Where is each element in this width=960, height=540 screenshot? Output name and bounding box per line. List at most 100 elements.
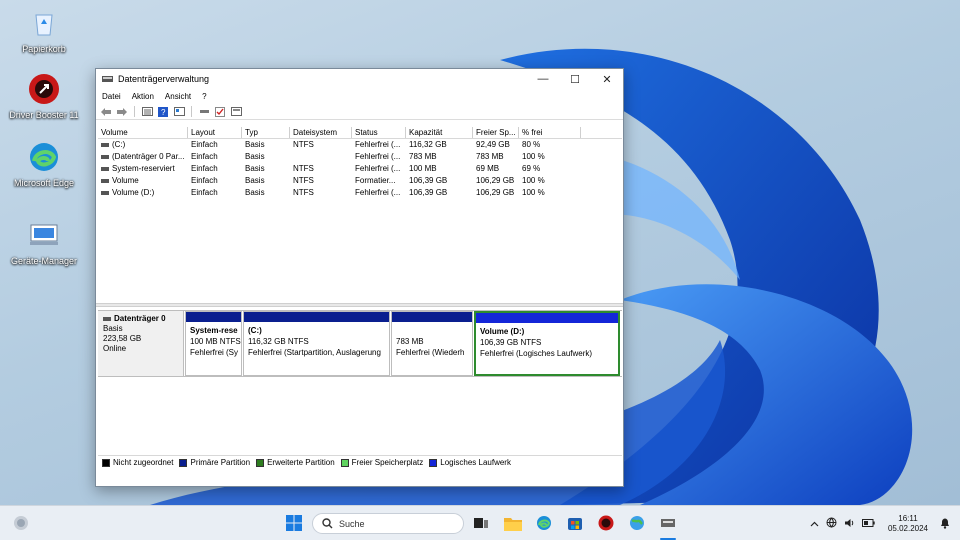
connect-icon[interactable] bbox=[198, 106, 210, 117]
menu-bar: Datei Aktion Ansicht ? bbox=[96, 89, 623, 104]
table-cell: Basis bbox=[245, 164, 265, 173]
maximize-button[interactable]: ☐ bbox=[559, 69, 591, 89]
forward-arrow-icon[interactable] bbox=[116, 106, 128, 117]
chevron-up-icon[interactable] bbox=[810, 519, 819, 529]
disk-management-icon bbox=[102, 75, 113, 82]
legend-item: Nicht zugeordnet bbox=[102, 458, 173, 467]
help-icon[interactable]: ? bbox=[157, 106, 169, 117]
legend-swatch bbox=[256, 458, 265, 467]
disk-name: Datenträger 0 bbox=[103, 314, 178, 324]
partition-system-reserved[interactable]: System-rese 100 MB NTFS Fehlerfrei (Sy bbox=[185, 311, 242, 376]
column-header[interactable]: Status bbox=[352, 127, 406, 138]
column-header[interactable]: Volume bbox=[98, 127, 188, 138]
network-globe-icon[interactable] bbox=[628, 514, 646, 532]
volume-icon bbox=[101, 154, 109, 159]
widgets-icon[interactable] bbox=[12, 514, 30, 532]
partition-status: Fehlerfrei (Sy bbox=[190, 348, 239, 357]
table-cell: Volume bbox=[98, 175, 188, 187]
table-cell: Einfach bbox=[191, 176, 218, 185]
list-view-icon[interactable] bbox=[141, 106, 153, 117]
task-view-icon[interactable] bbox=[472, 514, 490, 532]
table-row[interactable]: (C:) Einfach Basis NTFS Fehlerfrei (... … bbox=[98, 139, 622, 151]
title-bar[interactable]: Datenträgerverwaltung — ☐ ✕ bbox=[96, 69, 623, 89]
volume-icon[interactable] bbox=[844, 518, 855, 530]
partition-text: (C:) 116,32 GB NTFS Fehlerfrei (Startpar… bbox=[244, 322, 389, 358]
desktop-icon-recycle-bin[interactable]: Papierkorb bbox=[4, 6, 84, 54]
disk-type: Basis bbox=[103, 324, 123, 333]
table-row[interactable]: Volume Einfach Basis NTFS Formatier... 1… bbox=[98, 175, 622, 187]
language-globe-icon[interactable] bbox=[826, 517, 837, 530]
table-cell: 69 MB bbox=[476, 164, 500, 173]
disk-icon bbox=[103, 316, 111, 321]
table-row[interactable]: System-reserviert Einfach Basis NTFS Feh… bbox=[98, 163, 622, 175]
menu-aktion[interactable]: Aktion bbox=[132, 92, 154, 101]
table-row[interactable]: (Datenträger 0 Par... Einfach Basis Fehl… bbox=[98, 151, 622, 163]
back-arrow-icon[interactable] bbox=[100, 106, 112, 117]
table-cell: 783 MB bbox=[409, 152, 437, 161]
recycle-bin-icon bbox=[27, 6, 61, 40]
disk-info[interactable]: Datenträger 0 Basis 223,58 GB Online bbox=[98, 311, 184, 376]
disk-size: 223,58 GB bbox=[103, 334, 142, 343]
partition-d[interactable]: Volume (D:) 106,39 GB NTFS Fehlerfrei (L… bbox=[474, 311, 620, 376]
menu-datei[interactable]: Datei bbox=[102, 92, 121, 101]
view-icon[interactable] bbox=[230, 106, 242, 117]
menu-ansicht[interactable]: Ansicht bbox=[165, 92, 191, 101]
partition-title: (C:) bbox=[248, 326, 262, 335]
toolbar: ? bbox=[96, 104, 623, 120]
menu-help[interactable]: ? bbox=[202, 92, 206, 101]
table-cell: NTFS bbox=[293, 164, 314, 173]
clock[interactable]: 16:11 05.02.2024 bbox=[884, 514, 932, 534]
column-header[interactable]: % frei bbox=[519, 127, 581, 138]
search-icon bbox=[322, 518, 333, 529]
disk-management-taskbar-icon[interactable] bbox=[659, 514, 677, 532]
disk-management-window: Datenträgerverwaltung — ☐ ✕ Datei Aktion… bbox=[95, 68, 624, 487]
desktop-icon-device-manager[interactable]: Geräte-Manager bbox=[4, 218, 84, 266]
partition-size: 783 MB bbox=[396, 337, 424, 346]
partition-text: Volume (D:) 106,39 GB NTFS Fehlerfrei (L… bbox=[476, 323, 618, 359]
start-icon[interactable] bbox=[285, 514, 303, 532]
edge-icon bbox=[27, 140, 61, 174]
table-cell: Fehlerfrei (... bbox=[355, 140, 401, 149]
minimize-button[interactable]: — bbox=[527, 69, 559, 89]
column-header[interactable]: Freier Sp... bbox=[473, 127, 519, 138]
edge-taskbar-icon[interactable] bbox=[535, 514, 553, 532]
clock-time: 16:11 bbox=[898, 514, 918, 523]
column-header[interactable]: Layout bbox=[188, 127, 242, 138]
partition-recovery[interactable]: 783 MB Fehlerfrei (Wiederh bbox=[391, 311, 473, 376]
search-placeholder: Suche bbox=[339, 518, 365, 529]
column-header[interactable]: Dateisystem bbox=[290, 127, 352, 138]
table-cell: Basis bbox=[245, 176, 265, 185]
pane-splitter[interactable] bbox=[96, 303, 623, 307]
table-cell: Einfach bbox=[191, 140, 218, 149]
driver-booster-taskbar-icon[interactable] bbox=[597, 514, 615, 532]
table-cell: 100 % bbox=[522, 188, 545, 197]
table-cell: 783 MB bbox=[476, 152, 504, 161]
battery-icon[interactable] bbox=[862, 518, 875, 529]
table-row[interactable]: Volume (D:) Einfach Basis NTFS Fehlerfre… bbox=[98, 187, 622, 199]
column-header[interactable]: Kapazität bbox=[406, 127, 473, 138]
check-icon[interactable] bbox=[214, 106, 226, 117]
table-cell: 69 % bbox=[522, 164, 541, 173]
table-cell: 116,32 GB bbox=[409, 140, 447, 149]
notification-icon[interactable] bbox=[936, 514, 954, 532]
properties-icon[interactable] bbox=[173, 106, 185, 117]
table-cell: 106,29 GB bbox=[476, 188, 515, 197]
desktop-icon-driver-booster[interactable]: Driver Booster 11 bbox=[4, 72, 84, 120]
legend: Nicht zugeordnet Primäre Partition Erwei… bbox=[98, 455, 622, 469]
desktop-icon-edge[interactable]: Microsoft Edge bbox=[4, 140, 84, 188]
desktop-icon-label: Papierkorb bbox=[22, 44, 66, 54]
partition-title: Volume (D:) bbox=[480, 327, 525, 336]
file-explorer-icon[interactable] bbox=[504, 514, 522, 532]
column-header[interactable]: Typ bbox=[242, 127, 290, 138]
table-cell bbox=[290, 151, 352, 163]
close-button[interactable]: ✕ bbox=[591, 69, 623, 89]
store-icon[interactable] bbox=[566, 514, 584, 532]
taskbar-search[interactable]: Suche bbox=[312, 513, 464, 534]
volume-icon bbox=[101, 178, 109, 183]
table-cell: (Datenträger 0 Par... bbox=[98, 151, 188, 163]
table-cell: Formatier... bbox=[355, 176, 396, 185]
legend-item: Logisches Laufwerk bbox=[429, 458, 511, 467]
clock-date: 05.02.2024 bbox=[887, 524, 929, 533]
volume-list-header: Volume Layout Typ Dateisystem Status Kap… bbox=[98, 127, 622, 139]
partition-c[interactable]: (C:) 116,32 GB NTFS Fehlerfrei (Startpar… bbox=[243, 311, 390, 376]
